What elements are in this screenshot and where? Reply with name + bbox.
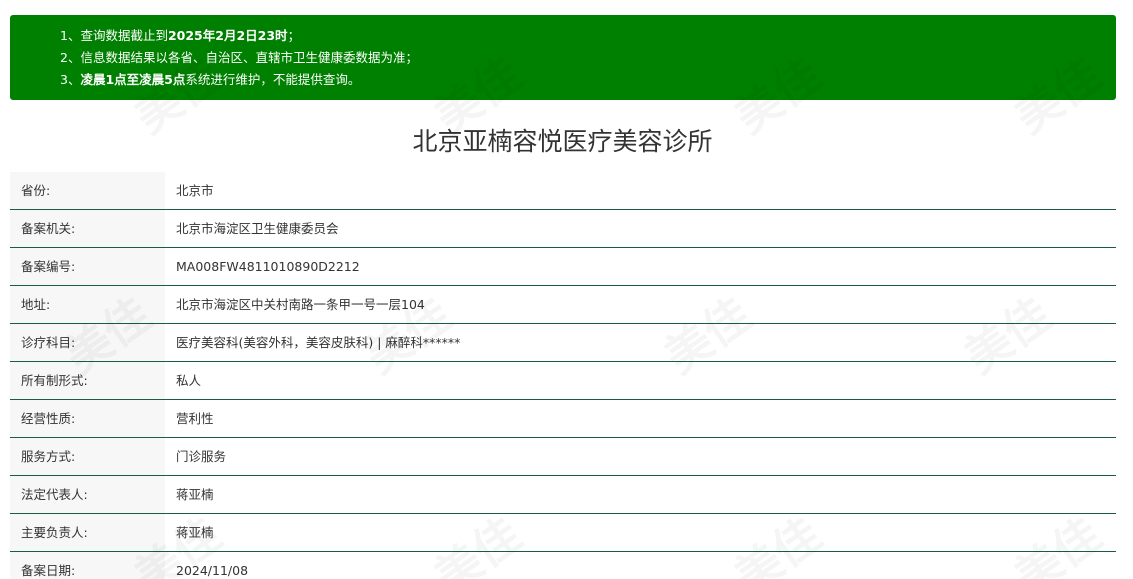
info-value: 北京市海淀区卫生健康委员会 [176, 221, 339, 236]
info-row-ownership: 所有制形式: 私人 [10, 362, 1116, 400]
info-label: 服务方式: [10, 438, 165, 475]
notice-line-3: 3、凌晨1点至凌晨5点系统进行维护，不能提供查询。 [60, 69, 1116, 91]
info-row-registration-date: 备案日期: 2024/11/08 [10, 552, 1116, 579]
notice-line-1-prefix: 1、查询数据截止到 [60, 28, 168, 43]
page: 1、查询数据截止到2025年2月2日23时； 2、信息数据结果以各省、自治区、直… [0, 0, 1133, 579]
info-label: 所有制形式: [10, 362, 165, 399]
info-label: 诊疗科目: [10, 324, 165, 361]
notice-banner: 1、查询数据截止到2025年2月2日23时； 2、信息数据结果以各省、自治区、直… [10, 15, 1116, 100]
info-row-principal: 主要负责人: 蒋亚楠 [10, 514, 1116, 552]
info-value: 蒋亚楠 [176, 487, 214, 502]
info-label: 备案日期: [10, 552, 165, 579]
info-row-legal-representative: 法定代表人: 蒋亚楠 [10, 476, 1116, 514]
info-value: MA008FW4811010890D2212 [176, 259, 360, 274]
info-value: 门诊服务 [176, 449, 227, 464]
info-value: 2024/11/08 [176, 563, 249, 578]
notice-line-1-bold: 2025年2月2日23时 [167, 28, 288, 43]
info-value: 蒋亚楠 [176, 525, 214, 540]
notice-line-2: 2、信息数据结果以各省、自治区、直辖市卫生健康委数据为准； [60, 50, 418, 65]
info-value: 私人 [176, 373, 202, 388]
info-table: 省份: 北京市 备案机关: 北京市海淀区卫生健康委员会 备案编号: MA008F… [10, 172, 1116, 579]
info-row-business-nature: 经营性质: 营利性 [10, 400, 1116, 438]
info-label: 地址: [10, 286, 165, 323]
info-value: 北京市海淀区中关村南路一条甲一号一层104 [176, 297, 425, 312]
info-row-service-mode: 服务方式: 门诊服务 [10, 438, 1116, 476]
info-label: 省份: [10, 172, 165, 209]
page-title: 北京亚楠容悦医疗美容诊所 [412, 127, 713, 156]
info-row-registration-number: 备案编号: MA008FW4811010890D2212 [10, 248, 1116, 286]
notice-line-3-bold: 凌晨1点至凌晨5点 [80, 72, 186, 87]
info-row-province: 省份: 北京市 [10, 172, 1116, 210]
notice-line-1: 1、查询数据截止到2025年2月2日23时； [60, 25, 1116, 47]
notice-line-1-suffix: ； [287, 28, 301, 43]
notice-line-3-prefix: 3、 [60, 72, 81, 87]
info-label: 备案编号: [10, 248, 165, 285]
info-row-departments: 诊疗科目: 医疗美容科(美容外科，美容皮肤科) | 麻醉科****** [10, 324, 1116, 362]
info-row-registration-authority: 备案机关: 北京市海淀区卫生健康委员会 [10, 210, 1116, 248]
info-label: 经营性质: [10, 400, 165, 437]
info-row-address: 地址: 北京市海淀区中关村南路一条甲一号一层104 [10, 286, 1116, 324]
info-value: 营利性 [176, 411, 214, 426]
info-label: 主要负责人: [10, 514, 165, 551]
info-label: 法定代表人: [10, 476, 165, 513]
notice-line-3-suffix: 系统进行维护，不能提供查询。 [185, 72, 361, 87]
info-label: 备案机关: [10, 210, 165, 247]
info-value: 北京市 [176, 183, 214, 198]
info-value: 医疗美容科(美容外科，美容皮肤科) | 麻醉科****** [176, 335, 461, 350]
